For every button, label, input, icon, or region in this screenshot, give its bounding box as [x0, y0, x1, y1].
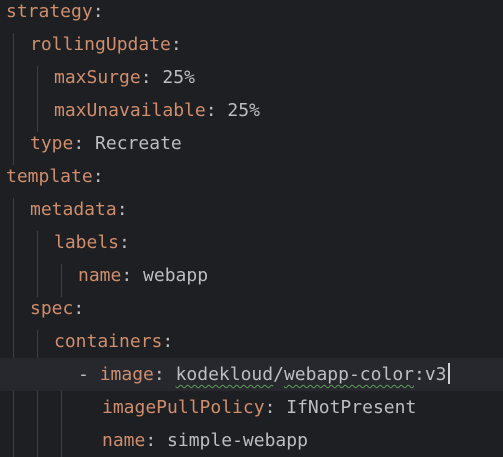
yaml-key: imagePullPolicy — [102, 397, 265, 418]
current-code-line[interactable]: - image: kodekloud/webapp-color:v3 — [0, 358, 503, 391]
colon: : — [264, 397, 287, 418]
code-editor[interactable]: strategy: rollingUpdate: maxSurge: 25% m… — [0, 0, 503, 457]
code-line[interactable]: containers: — [0, 325, 503, 358]
code-line[interactable]: imagePullPolicy: IfNotPresent — [0, 391, 503, 424]
typo-word: kodekloud — [175, 364, 274, 385]
path-separator: / — [273, 364, 284, 385]
yaml-key: containers — [54, 331, 163, 352]
colon: : — [162, 331, 174, 352]
yaml-key: image — [99, 364, 154, 385]
yaml-key: strategy — [6, 1, 93, 22]
yaml-key: template — [6, 166, 93, 187]
yaml-value: simple-webapp — [167, 430, 308, 451]
code-line[interactable]: name: simple-webapp — [0, 424, 503, 457]
colon: : — [92, 1, 104, 22]
code-line[interactable]: rollingUpdate: — [0, 28, 503, 61]
code-line[interactable]: maxUnavailable: 25% — [0, 94, 503, 127]
yaml-key: maxSurge — [54, 67, 141, 88]
colon: : — [205, 100, 228, 121]
yaml-key: maxUnavailable — [54, 100, 206, 121]
code-line[interactable]: name: webapp — [0, 259, 503, 292]
code-line[interactable]: spec: — [0, 292, 503, 325]
typo-word: webapp-color — [283, 364, 414, 385]
yaml-key: labels — [54, 232, 120, 253]
code-line[interactable]: template: — [0, 160, 503, 193]
yaml-value: 25% — [162, 67, 195, 88]
code-line[interactable]: maxSurge: 25% — [0, 61, 503, 94]
list-dash: - — [78, 364, 100, 385]
code-line[interactable]: metadata: — [0, 193, 503, 226]
colon: : — [121, 265, 144, 286]
yaml-value: webapp — [143, 265, 209, 286]
yaml-value: Recreate — [95, 133, 182, 154]
colon: : — [119, 232, 130, 253]
colon: : — [92, 166, 104, 187]
colon: : — [145, 430, 168, 451]
yaml-key: spec — [30, 298, 74, 319]
code-line[interactable]: labels: — [0, 226, 503, 259]
colon: : — [116, 199, 128, 220]
colon: : — [73, 298, 85, 319]
image-tag: :v3 — [414, 364, 447, 385]
code-line[interactable]: type: Recreate — [0, 127, 503, 160]
code-line[interactable]: strategy: — [0, 0, 503, 28]
yaml-key: name — [102, 430, 146, 451]
yaml-key: type — [30, 133, 74, 154]
yaml-key: metadata — [30, 199, 117, 220]
colon: : — [140, 67, 163, 88]
yaml-value: IfNotPresent — [286, 397, 417, 418]
colon: : — [73, 133, 96, 154]
text-caret — [447, 363, 450, 384]
colon: : — [153, 364, 176, 385]
yaml-key: rollingUpdate — [30, 34, 171, 55]
yaml-key: name — [78, 265, 122, 286]
yaml-value: 25% — [227, 100, 260, 121]
colon: : — [170, 34, 182, 55]
